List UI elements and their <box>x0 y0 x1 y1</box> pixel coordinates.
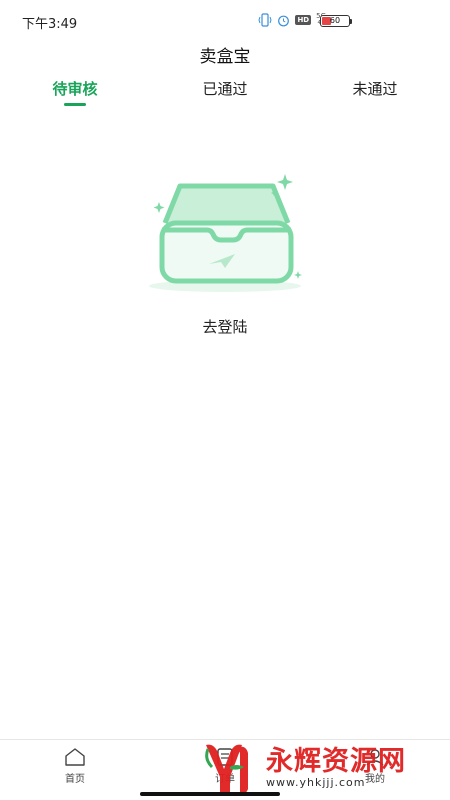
active-tab-indicator <box>64 103 86 106</box>
tab-rejected[interactable]: 未通过 <box>300 78 450 110</box>
battery-icon: 60 <box>320 15 352 27</box>
home-icon <box>0 746 150 768</box>
empty-box-icon <box>145 168 310 298</box>
battery-level-text: 60 <box>329 16 341 25</box>
watermark: 永辉资源网 www.yhkjjj.com <box>200 738 450 798</box>
watermark-logo-icon <box>205 744 248 794</box>
vibrate-icon <box>258 13 272 27</box>
watermark-url: www.yhkjjj.com <box>266 776 366 789</box>
nav-item-home[interactable]: 首页 <box>0 746 150 785</box>
alarm-icon <box>277 14 290 27</box>
login-link[interactable]: 去登陆 <box>0 316 450 337</box>
page-title: 卖盒宝 <box>199 47 251 67</box>
status-bar: 下午3:49 HD 5G 4G 60 <box>0 0 450 40</box>
tab-bar: 待审核 已通过 未通过 <box>0 78 450 114</box>
watermark-text: 永辉资源网 <box>266 746 406 777</box>
tab-approved[interactable]: 已通过 <box>150 78 300 110</box>
hd-icon: HD <box>295 15 312 25</box>
home-indicator[interactable] <box>140 792 280 796</box>
nav-label-home: 首页 <box>65 774 85 785</box>
status-time: 下午3:49 <box>22 17 78 32</box>
